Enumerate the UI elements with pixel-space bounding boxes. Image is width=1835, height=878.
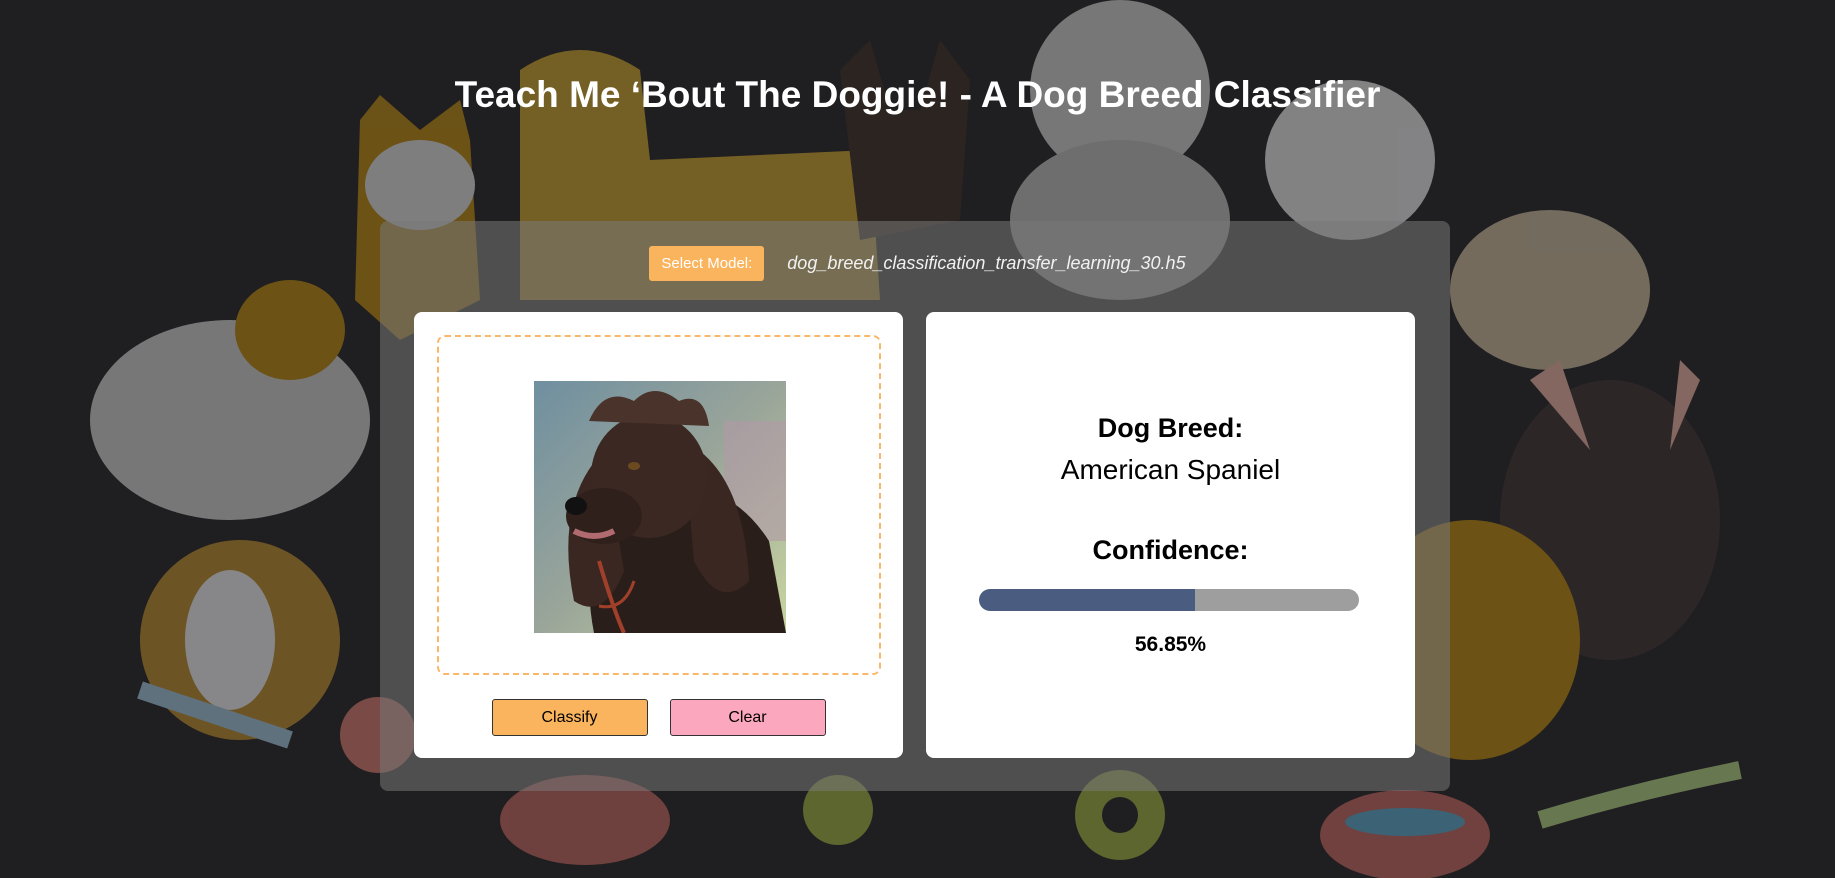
breed-value: American Spaniel xyxy=(1060,454,1281,485)
confidence-progress-bar xyxy=(979,589,1359,611)
upload-card: Classify Clear xyxy=(414,312,903,758)
page-title: Teach Me ‘Bout The Doggie! - A Dog Breed… xyxy=(454,74,1381,115)
select-model-button[interactable]: Select Model: xyxy=(649,245,765,281)
confidence-heading: Confidence: xyxy=(1092,535,1249,565)
breed-heading: Dog Breed: xyxy=(1097,413,1244,443)
confidence-progress-fill xyxy=(979,589,1196,611)
model-selector-row: Select Model: dog_breed_classification_t… xyxy=(0,245,1835,281)
confidence-value: 56.85% xyxy=(1134,633,1207,656)
result-card: Dog Breed: American Spaniel Confidence: … xyxy=(926,312,1415,758)
dog-photo-icon xyxy=(534,381,786,633)
selected-model-filename: dog_breed_classification_transfer_learni… xyxy=(787,252,1186,273)
clear-button[interactable]: Clear xyxy=(669,699,826,736)
classify-button[interactable]: Classify xyxy=(491,699,648,736)
action-buttons: Classify Clear xyxy=(414,699,903,736)
image-dropzone[interactable] xyxy=(437,335,881,675)
